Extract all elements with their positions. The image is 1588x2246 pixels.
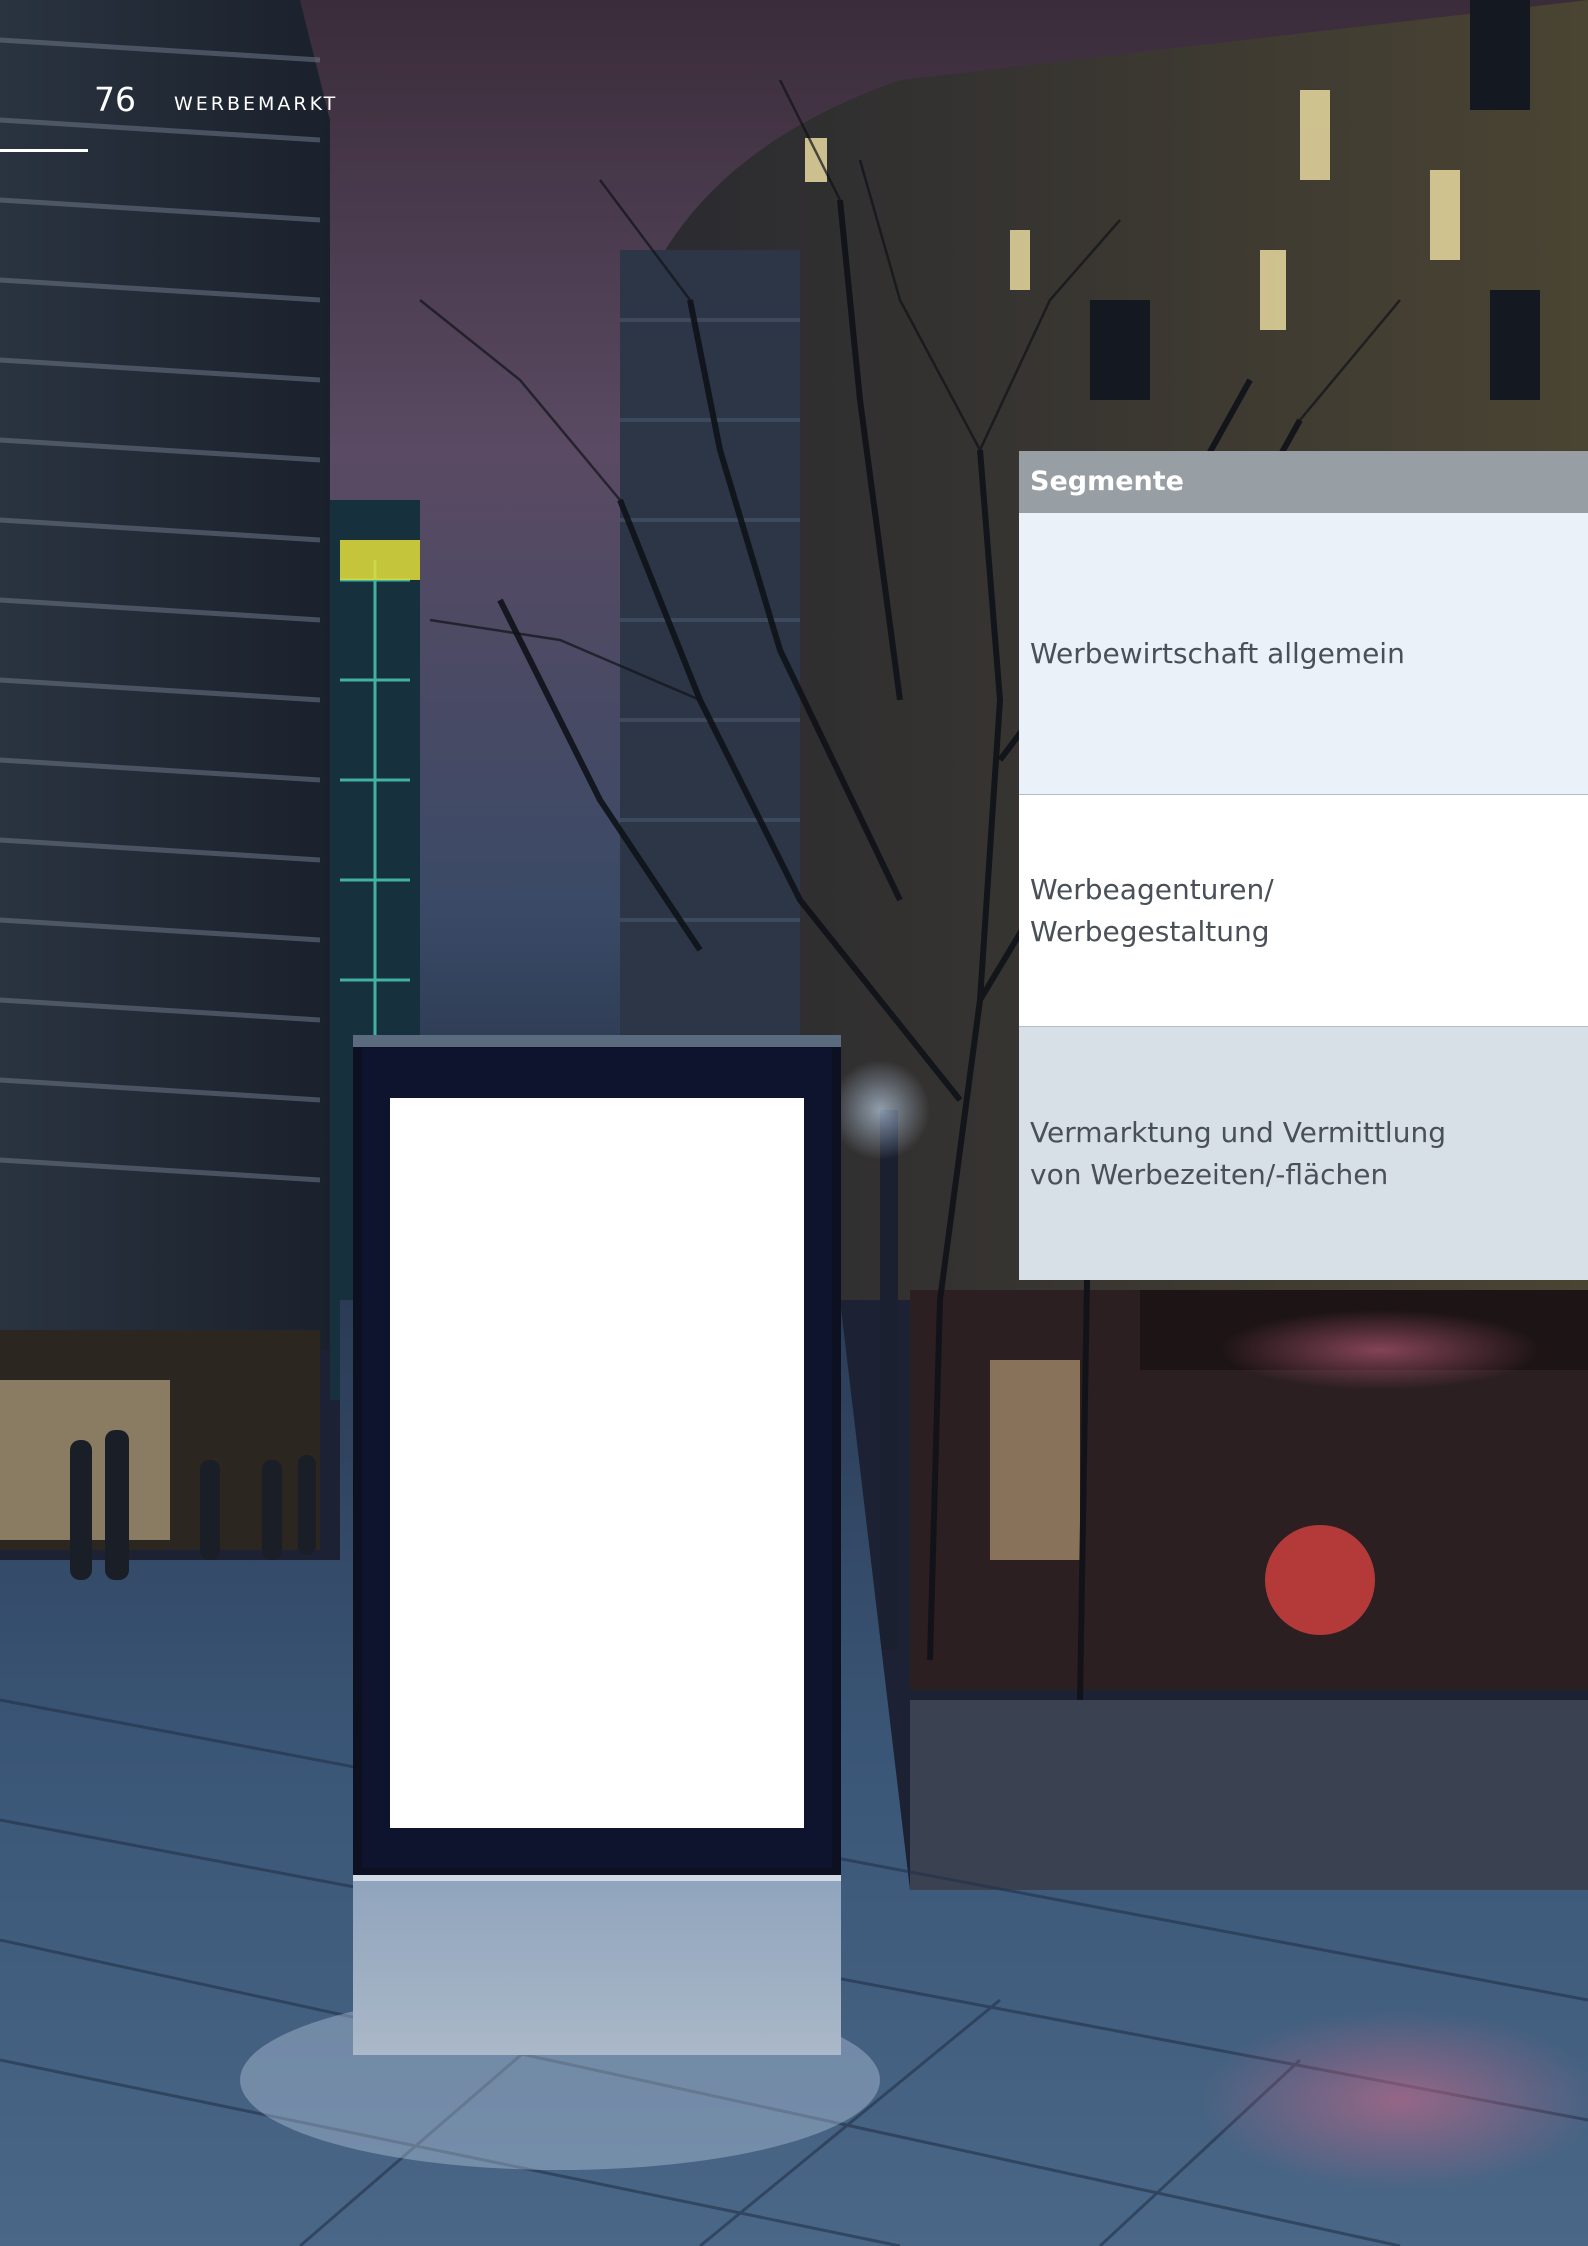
segment-label-line: Vermarktung und Vermittlung <box>1030 1115 1446 1149</box>
page: 76 WERBEMARKT Segmente Werbewirtschaft a… <box>0 0 1588 2246</box>
segment-label-line: Werbeagenturen/ <box>1030 872 1274 906</box>
header-rule <box>0 149 88 152</box>
page-number: 76 <box>94 80 136 119</box>
segment-row: Vermarktung und Vermittlung von Werbezei… <box>1019 1027 1588 1280</box>
segment-label: Werbewirtschaft allgemein <box>1030 633 1405 675</box>
segment-row: Werbewirtschaft allgemein <box>1019 513 1588 795</box>
segment-label-line: von Werbezeiten/-flächen <box>1030 1157 1389 1191</box>
segment-label: Werbeagenturen/ Werbegestaltung <box>1030 869 1274 953</box>
segments-header: Segmente <box>1019 451 1588 513</box>
segments-table: Segmente Werbewirtschaft allgemein Werbe… <box>1019 451 1588 1280</box>
segment-label-line: Werbewirtschaft allgemein <box>1030 636 1405 670</box>
segment-label-line: Werbegestaltung <box>1030 914 1270 948</box>
section-label: WERBEMARKT <box>174 93 339 115</box>
segment-label: Vermarktung und Vermittlung von Werbezei… <box>1030 1112 1446 1196</box>
segment-row: Werbeagenturen/ Werbegestaltung <box>1019 795 1588 1027</box>
